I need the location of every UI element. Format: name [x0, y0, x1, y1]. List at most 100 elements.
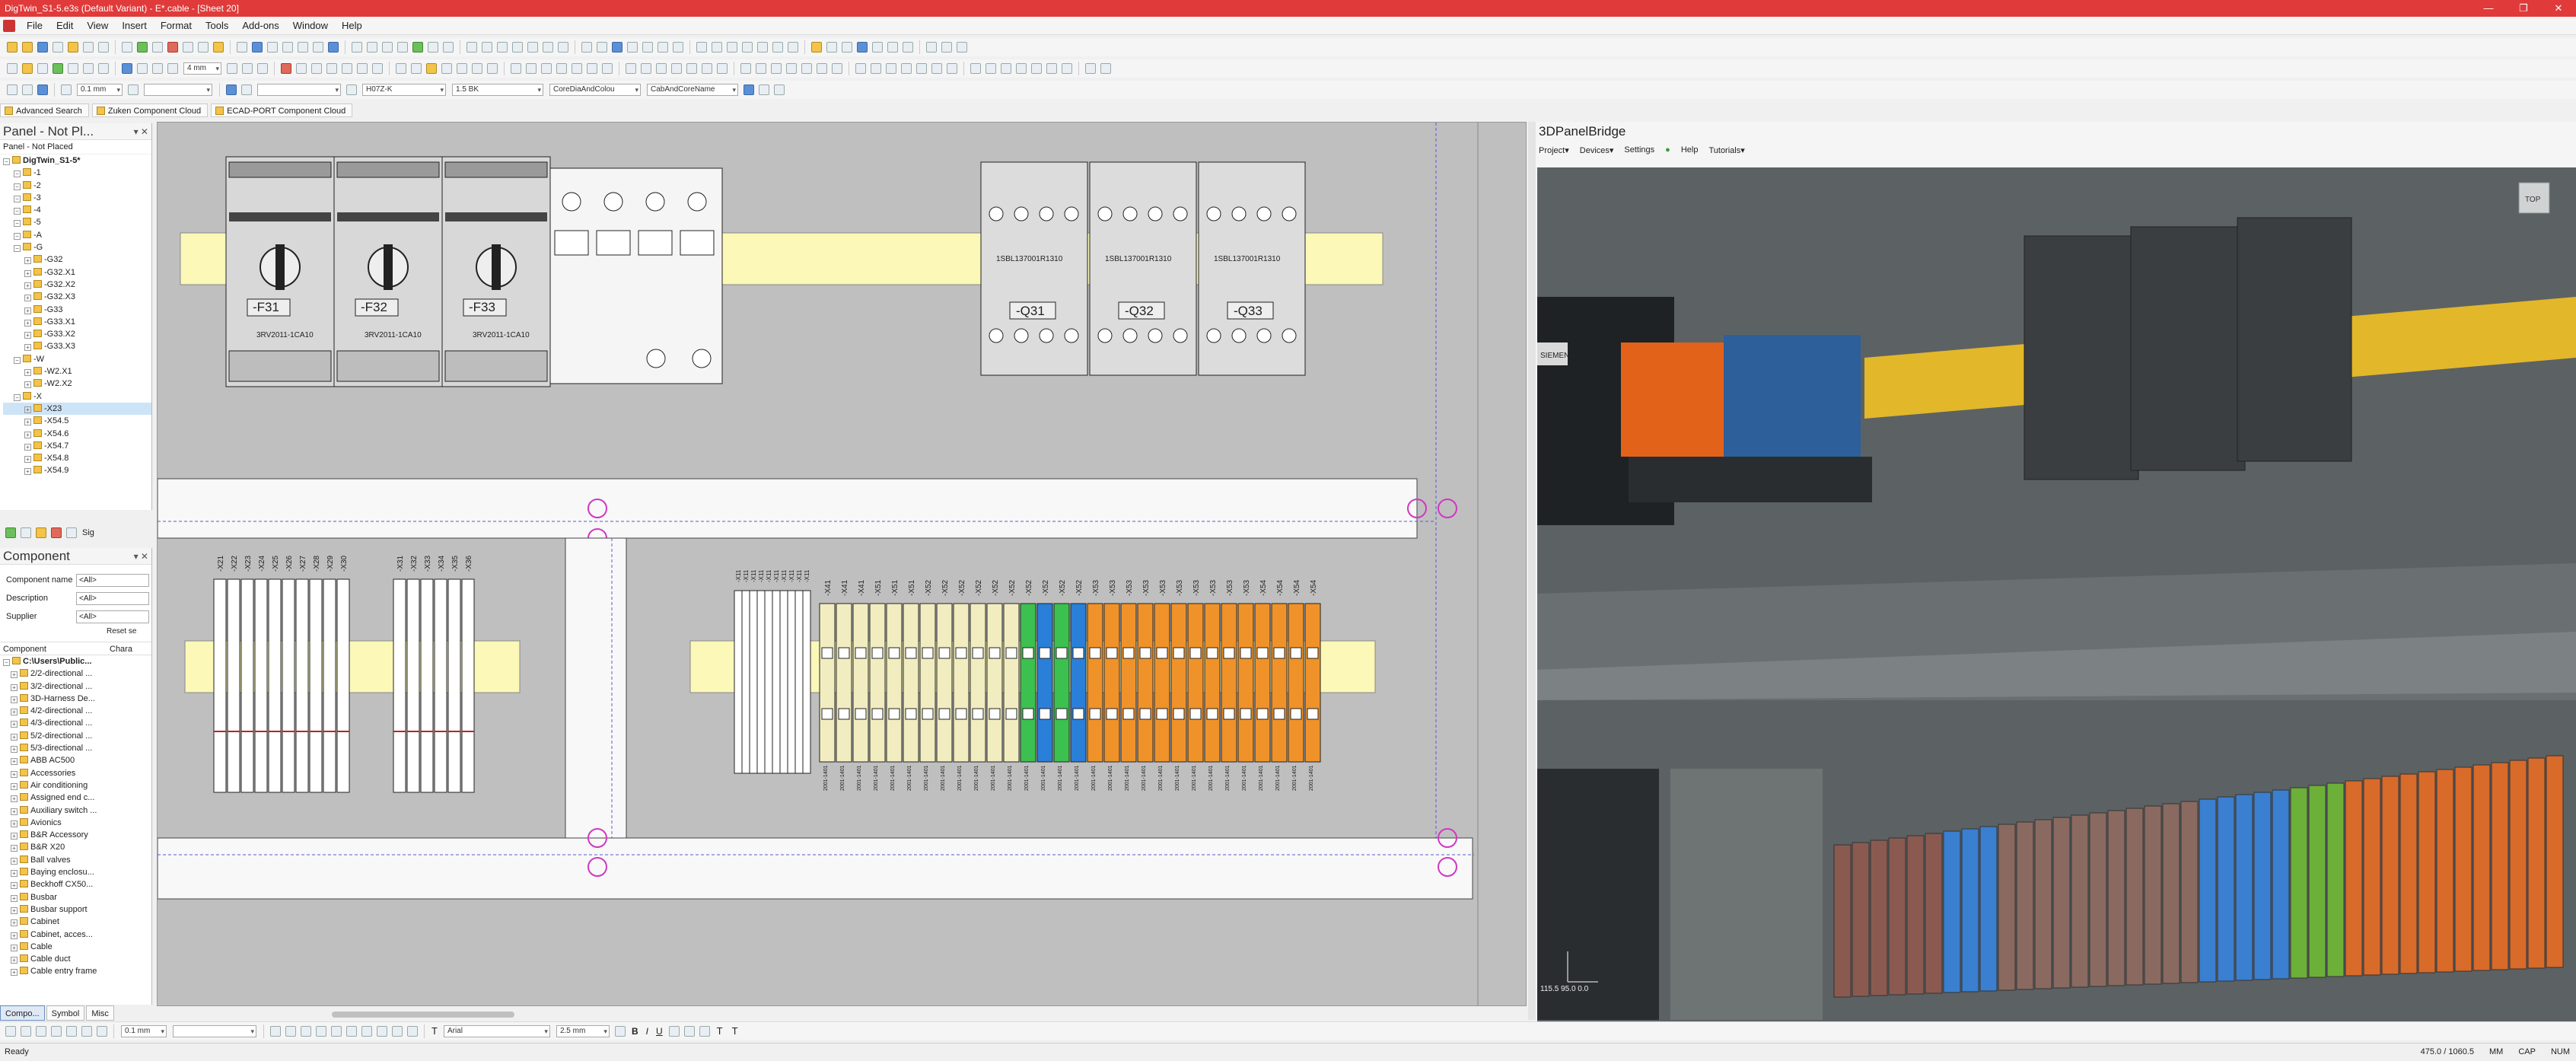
underline-icon[interactable]: U [656, 1026, 663, 1037]
column-component[interactable]: Component [3, 642, 110, 655]
component-name-field[interactable]: <All> [76, 573, 149, 587]
contactor-0[interactable] [980, 161, 1088, 376]
settings-icon[interactable] [759, 84, 769, 95]
toolbar-button-icon[interactable] [1031, 63, 1042, 74]
minimize-button[interactable]: — [2471, 0, 2506, 17]
expand-icon[interactable]: + [11, 894, 18, 902]
draw-arc-icon[interactable] [51, 1025, 62, 1037]
terminal-block[interactable] [1103, 603, 1120, 763]
align-icon[interactable] [270, 1025, 281, 1037]
terminal-block[interactable] [1271, 603, 1288, 763]
menu-edit[interactable]: Edit [49, 17, 80, 35]
expand-icon[interactable]: + [24, 431, 31, 438]
tab-misc[interactable]: Misc [86, 1005, 114, 1021]
toolbar-button-icon[interactable] [597, 42, 607, 53]
toolbar-button-icon[interactable] [771, 63, 782, 74]
folder-tab-icon[interactable] [36, 527, 46, 538]
toolbar-button-icon[interactable] [267, 42, 278, 53]
group-icon[interactable] [285, 1025, 296, 1037]
component-folder[interactable]: + Baying enclosu... [3, 866, 151, 878]
terminal-block[interactable] [869, 603, 886, 763]
tree-tab-icon[interactable] [5, 527, 16, 538]
3d-scene[interactable]: SIEMENS TOP 115.5 95.0 0.0 [1537, 167, 2576, 1021]
toolbar-button-icon[interactable] [396, 63, 406, 74]
component-folder[interactable]: + Cable duct [3, 953, 151, 965]
draw-rect-icon[interactable] [36, 1025, 46, 1037]
signal-tab[interactable]: Sig [82, 528, 94, 537]
toolbar-button-icon[interactable] [98, 42, 109, 53]
component-folder[interactable]: + Air conditioning [3, 779, 151, 792]
expand-icon[interactable]: − [14, 393, 21, 401]
toolbar-button-icon[interactable] [466, 42, 477, 53]
terminal-block[interactable] [1304, 603, 1321, 763]
tree-item[interactable]: + -G32.X3 [3, 291, 151, 303]
panel-drawing-canvas[interactable]: -F31 3RV2011-1CA10 -F32 3RV2011-1CA10 -F33 3R… [157, 122, 1527, 1006]
expand-icon[interactable]: + [11, 758, 18, 766]
expand-icon[interactable]: + [24, 269, 31, 277]
draw-line-icon[interactable] [5, 1025, 16, 1037]
menu-insert[interactable]: Insert [115, 17, 154, 35]
toolbar-button-icon[interactable] [328, 42, 339, 53]
terminal-block[interactable] [295, 578, 309, 793]
toolbar-button-icon[interactable] [167, 42, 178, 53]
expand-icon[interactable]: − [14, 195, 21, 202]
terminal-block[interactable] [420, 578, 434, 793]
toolbar-button-icon[interactable] [198, 42, 209, 53]
component-folder[interactable]: +3/2-directional ... [3, 680, 151, 693]
toolbar-button-icon[interactable] [970, 63, 981, 74]
terminal-block[interactable] [309, 578, 323, 793]
component-folder[interactable]: + Auxiliary switch ... [3, 805, 151, 817]
toolbar-button-icon[interactable] [183, 42, 193, 53]
toolbar-button-icon[interactable] [842, 42, 852, 53]
expand-icon[interactable]: + [24, 456, 31, 464]
line-style-icon[interactable] [61, 84, 72, 95]
terminal-block[interactable] [1187, 603, 1204, 763]
toolbar-button-icon[interactable] [612, 42, 623, 53]
align-right-icon[interactable] [699, 1025, 710, 1037]
tree-item[interactable]: + -W2.X2 [3, 378, 151, 390]
toolbar-button-icon[interactable] [757, 42, 768, 53]
toolbar-button-icon[interactable] [642, 42, 653, 53]
expand-icon[interactable]: + [24, 257, 31, 265]
toolbar-button-icon[interactable] [397, 42, 408, 53]
toolbar-button-icon[interactable] [367, 42, 377, 53]
toolbar-button-icon[interactable] [572, 63, 582, 74]
component-folder[interactable]: + ABB AC500 [3, 754, 151, 766]
toolbar-button-icon[interactable] [357, 63, 368, 74]
scroll-thumb[interactable] [332, 1012, 514, 1018]
italic-icon[interactable]: I [646, 1026, 648, 1037]
toolbar-button-icon[interactable] [1016, 63, 1027, 74]
terminal-block[interactable] [986, 603, 1003, 763]
terminal-block[interactable] [1170, 603, 1187, 763]
toolbar-button-icon[interactable] [252, 42, 263, 53]
expand-icon[interactable]: + [11, 957, 18, 964]
expand-icon[interactable]: + [24, 468, 31, 476]
terminal-block[interactable] [336, 578, 350, 793]
terminal-block[interactable] [802, 590, 811, 774]
tree-item[interactable]: + -G32.X2 [3, 279, 151, 291]
toolbar-button-icon[interactable] [68, 63, 78, 74]
rotate-icon[interactable] [346, 1025, 357, 1037]
toolbar-button-icon[interactable] [926, 42, 937, 53]
toolbar-button-icon[interactable] [671, 63, 682, 74]
terminal-block[interactable] [1237, 603, 1254, 763]
expand-icon[interactable]: + [11, 932, 18, 939]
expand-icon[interactable]: − [14, 170, 21, 178]
tab-ecadport-cloud[interactable]: ECAD-PORT Component Cloud [211, 104, 353, 117]
component-folder[interactable]: + Busbar support [3, 903, 151, 916]
component-folder[interactable]: + B&R Accessory [3, 829, 151, 841]
expand-icon[interactable]: + [24, 282, 31, 289]
cable-tab-icon[interactable] [51, 527, 62, 538]
terminal-block[interactable] [1288, 603, 1304, 763]
expand-icon[interactable]: + [11, 721, 18, 728]
scale-icon[interactable] [407, 1025, 418, 1037]
expand-icon[interactable]: + [11, 696, 18, 703]
draw-circle-icon[interactable] [66, 1025, 77, 1037]
toolbar-button-icon[interactable] [37, 42, 48, 53]
expand-icon[interactable]: + [11, 746, 18, 754]
pointer-tool-icon[interactable] [22, 84, 33, 95]
toolbar-button-icon[interactable] [313, 42, 323, 53]
menu-file[interactable]: File [20, 17, 49, 35]
toolbar-button-icon[interactable] [931, 63, 942, 74]
expand-icon[interactable]: − [3, 659, 10, 666]
